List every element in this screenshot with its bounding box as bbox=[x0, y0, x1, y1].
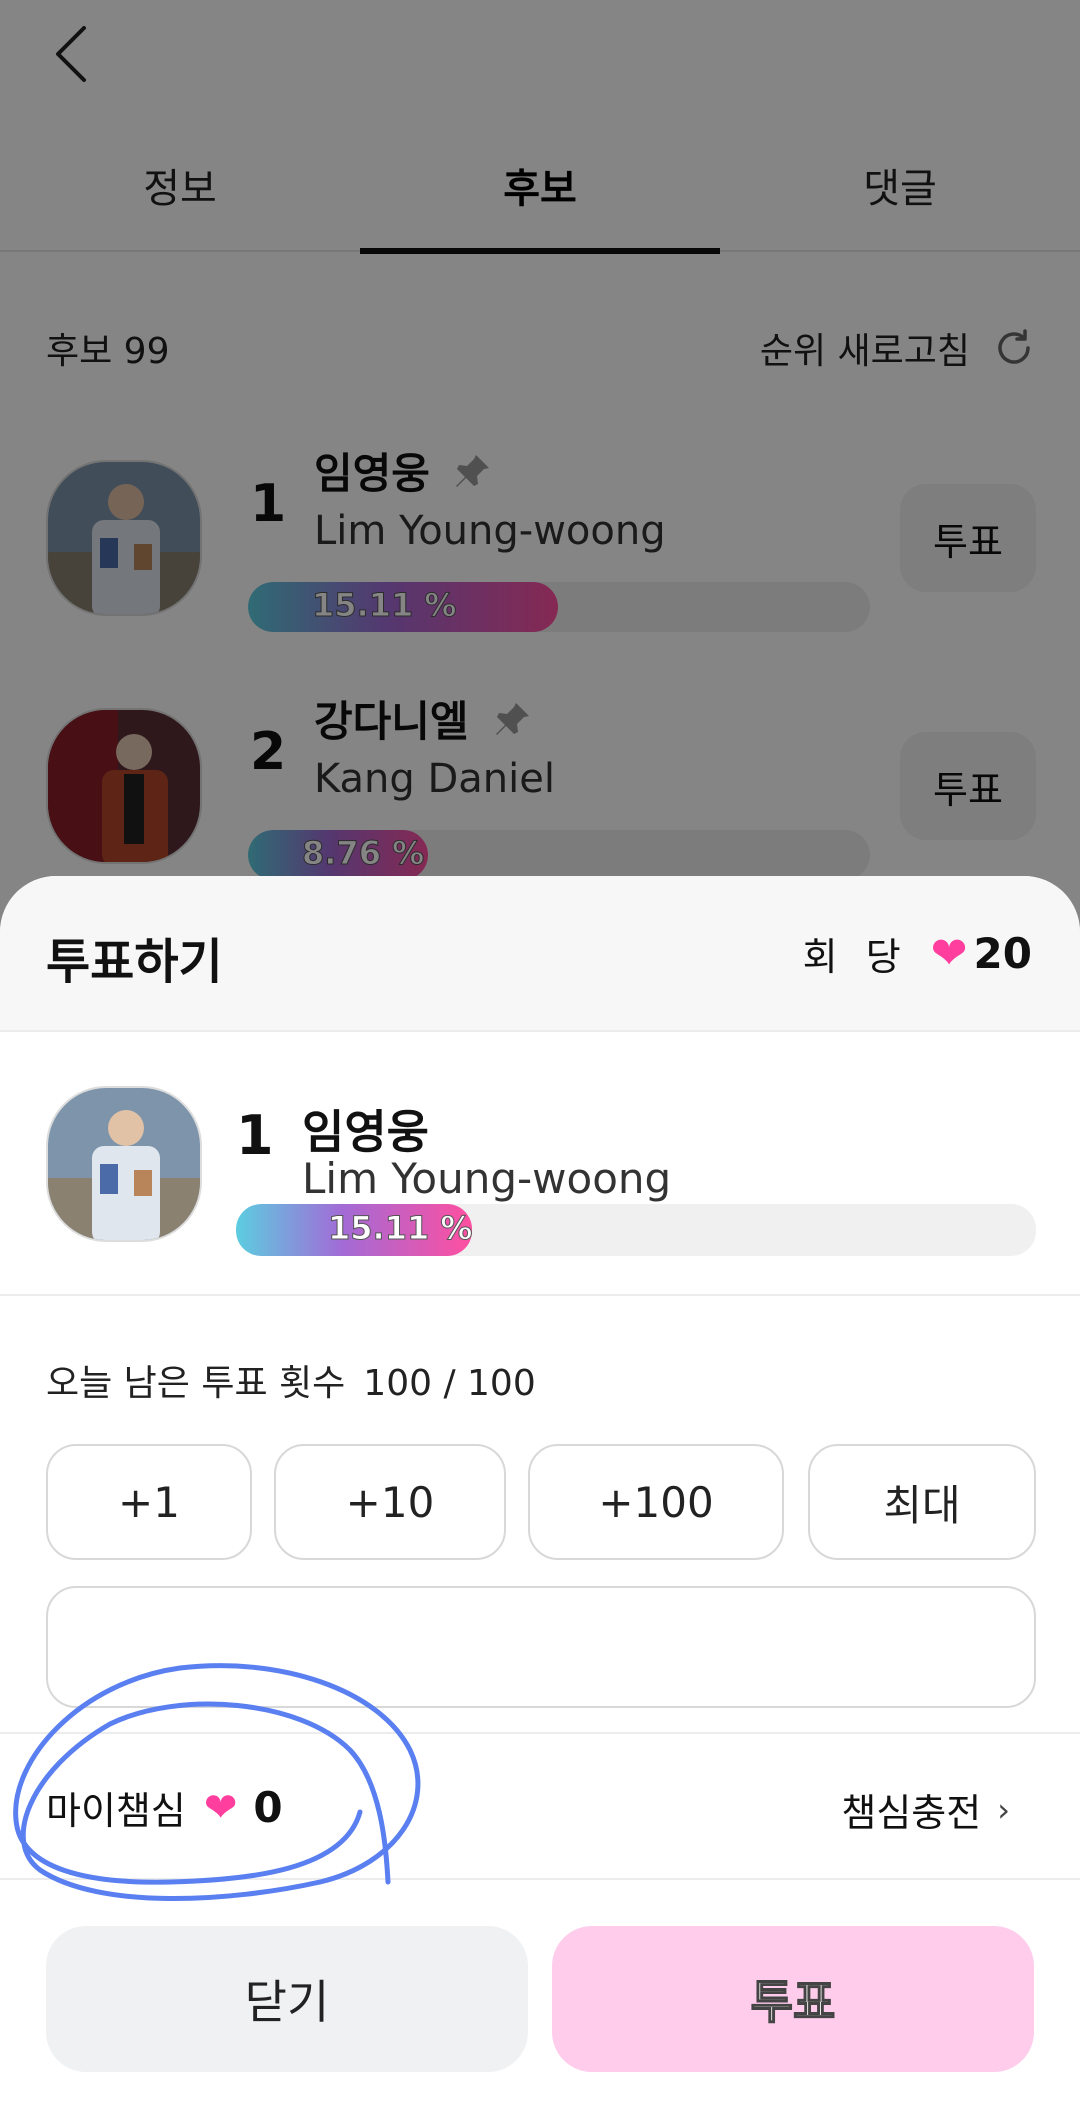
heart-icon: ❤ bbox=[930, 928, 968, 979]
per-vote-value: 20 bbox=[973, 929, 1032, 978]
charge-hearts-link[interactable]: 챔심충전 › bbox=[841, 1782, 1010, 1837]
selected-english-name: Lim Young-woong bbox=[302, 1154, 672, 1203]
charge-label: 챔심충전 bbox=[841, 1791, 982, 1835]
selected-rank: 1 bbox=[236, 1104, 274, 1167]
my-hearts-row: 마이챔심 ❤ 0 챔심충전 › bbox=[0, 1732, 1080, 1880]
selected-percent: 15.11 % bbox=[327, 1209, 473, 1248]
per-vote-cost: 회 당 ❤ 20 bbox=[803, 926, 1032, 981]
my-hearts-label: 마이챔심 bbox=[46, 1789, 186, 1833]
vote-count-input[interactable] bbox=[46, 1586, 1036, 1708]
remaining-votes: 오늘 남은 투표 횟수 100 / 100 bbox=[46, 1354, 536, 1406]
sheet-title: 투표하기 bbox=[46, 934, 223, 990]
vote-amount-buttons: +1 +10 +100 최대 bbox=[46, 1444, 1036, 1560]
selected-candidate: 1 임영웅 Lim Young-woong 15.11 % bbox=[0, 1034, 1080, 1296]
selected-candidate-avatar bbox=[46, 1086, 202, 1242]
add-1-button[interactable]: +1 bbox=[46, 1444, 252, 1560]
sheet-header: 투표하기 회 당 ❤ 20 bbox=[0, 876, 1080, 1032]
heart-icon: ❤ bbox=[203, 1784, 238, 1831]
max-button[interactable]: 최대 bbox=[808, 1444, 1036, 1560]
add-100-button[interactable]: +100 bbox=[528, 1444, 784, 1560]
add-10-button[interactable]: +10 bbox=[274, 1444, 506, 1560]
chevron-right-icon: › bbox=[997, 1790, 1010, 1829]
selected-name: 임영웅 bbox=[302, 1105, 429, 1159]
per-vote-label: 회 당 bbox=[802, 935, 909, 979]
my-hearts: 마이챔심 ❤ 0 bbox=[46, 1780, 283, 1835]
close-button[interactable]: 닫기 bbox=[46, 1926, 528, 2072]
submit-vote-button[interactable]: 투표 bbox=[552, 1926, 1034, 2072]
vote-bottom-sheet: 투표하기 회 당 ❤ 20 1 임영웅 Lim Young-woong 15.1… bbox=[0, 876, 1080, 2108]
remaining-votes-label: 오늘 남은 투표 횟수 bbox=[46, 1363, 346, 1404]
my-hearts-value: 0 bbox=[253, 1783, 283, 1832]
remaining-votes-value: 100 / 100 bbox=[363, 1363, 536, 1404]
selected-progress-bar: 15.11 % bbox=[236, 1204, 1036, 1256]
